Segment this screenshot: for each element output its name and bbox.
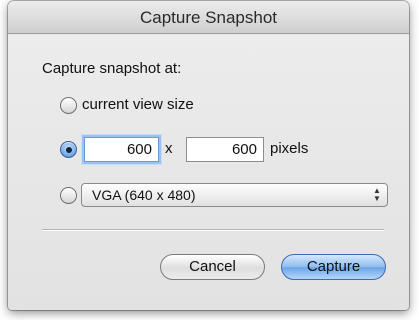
preset-radio[interactable] [60, 187, 77, 204]
capture-snapshot-dialog: Capture Snapshot Capture snapshot at: cu… [8, 1, 409, 310]
dialog-content: Capture snapshot at: current view size 6… [8, 35, 409, 310]
popup-arrows-icon: ▲ ▼ [373, 186, 381, 203]
capture-button[interactable]: Capture [281, 254, 386, 280]
pixels-label: pixels [270, 140, 309, 157]
custom-size-radio[interactable] [60, 141, 77, 158]
window-title: Capture Snapshot [8, 1, 409, 34]
separator [42, 229, 384, 231]
width-input[interactable]: 600 [84, 137, 159, 162]
radio-selected-dot [65, 146, 72, 153]
times-label: x [165, 140, 173, 157]
preset-popup[interactable]: VGA (640 x 480) ▲ ▼ [81, 183, 388, 207]
current-view-label[interactable]: current view size [82, 96, 194, 113]
capture-heading: Capture snapshot at: [42, 60, 182, 77]
preset-popup-value: VGA (640 x 480) [92, 187, 196, 203]
cancel-button[interactable]: Cancel [160, 254, 265, 280]
height-input[interactable]: 600 [186, 137, 264, 162]
current-view-radio[interactable] [60, 97, 77, 114]
